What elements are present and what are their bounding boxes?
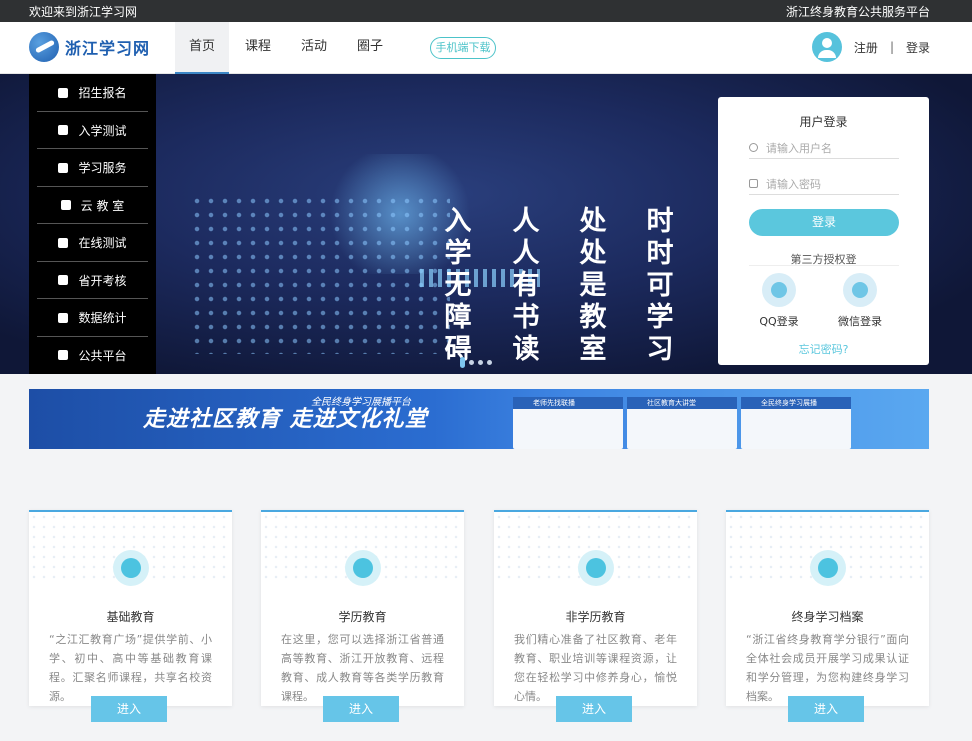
- card-title: 非学历教育: [565, 610, 626, 624]
- banner-slogan-4: 时时可学习: [646, 206, 674, 365]
- promo-screenshot: 全民终身学习展播: [741, 397, 851, 449]
- password-placeholder: 请输入密码: [766, 177, 821, 191]
- logo-text: 浙江学习网: [65, 39, 151, 58]
- welcome-text: 欢迎来到浙江学习网: [29, 5, 138, 19]
- books-icon: [113, 550, 149, 586]
- slider-dot-active[interactable]: [460, 357, 465, 368]
- slider-dot[interactable]: [478, 360, 483, 365]
- banner-slogan-1: 入学无障碍: [444, 206, 472, 365]
- slider-dot[interactable]: [469, 360, 474, 365]
- banner-dots-decoration: [190, 194, 450, 354]
- logo-icon: [29, 32, 59, 62]
- wechat-login[interactable]: 微信登录: [830, 273, 890, 329]
- main-nav: 首页 课程 活动 圈子: [175, 22, 399, 74]
- login-button[interactable]: 登录: [749, 209, 899, 236]
- image-icon: [58, 162, 69, 173]
- enter-button[interactable]: 进入: [788, 696, 864, 722]
- banner-slogan-2: 人人有书读: [512, 206, 540, 365]
- side-menu: 招生报名 入学测试 学习服务 云 教 室 在线测试 省开考核 数据统计 公共平台: [29, 74, 156, 374]
- book-icon: [58, 275, 69, 286]
- side-item-assessment[interactable]: 省开考核: [29, 262, 156, 300]
- side-item-public-platform[interactable]: 公共平台: [29, 337, 156, 375]
- login-link[interactable]: 登录: [906, 39, 930, 56]
- side-item-label: 招生报名: [78, 86, 127, 101]
- promo-screen-title: 全民终身学习展播: [741, 397, 851, 409]
- enter-button[interactable]: 进入: [91, 696, 167, 722]
- forgot-password-link[interactable]: 忘记密码?: [718, 341, 929, 357]
- slider-dot[interactable]: [487, 360, 492, 365]
- qq-login[interactable]: QQ登录: [749, 273, 809, 329]
- side-item-label: 数据统计: [78, 311, 127, 326]
- promo-screenshot: 老师先找联播: [513, 397, 623, 449]
- card-non-degree-education: 非学历教育 我们精心准备了社区教育、老年教育、职业培训等课程资源，让您在轻松学习…: [494, 510, 697, 722]
- side-item-label: 入学测试: [78, 123, 127, 138]
- wechat-icon: [843, 273, 877, 307]
- promo-banner[interactable]: 全民终身学习展播平台 走进社区教育 走进文化礼堂 老师先找联播 社区教育大讲堂 …: [29, 389, 929, 449]
- top-strip: 欢迎来到浙江学习网 浙江终身教育公共服务平台: [0, 0, 972, 22]
- cap-icon: [58, 125, 69, 136]
- platform-text: 浙江终身教育公共服务平台: [785, 5, 930, 19]
- password-field[interactable]: 请输入密码: [749, 173, 899, 195]
- promo-screenshot: 社区教育大讲堂: [627, 397, 737, 449]
- pen-icon: [58, 237, 69, 248]
- qq-login-label: QQ登录: [759, 315, 799, 328]
- card-title: 基础教育: [106, 610, 155, 624]
- nav-home[interactable]: 首页: [175, 22, 230, 74]
- user-icon: [58, 87, 69, 98]
- side-item-label: 学习服务: [78, 161, 127, 176]
- login-card: 用户登录 请输入用户名 请输入密码 登录 第三方授权登 QQ登录 微信登录 忘记…: [718, 97, 929, 365]
- folder-icon: [810, 550, 846, 586]
- card-description: “浙江省终身教育学分银行”面向全体社会成员开展学习成果认证和学分管理，为您构建终…: [746, 633, 909, 702]
- app-download-button[interactable]: 手机端下载: [430, 37, 496, 59]
- side-item-online-test[interactable]: 在线测试: [29, 224, 156, 262]
- promo-screen-title: 老师先找联播: [513, 397, 623, 409]
- slider-dots: [460, 357, 492, 368]
- wechat-login-label: 微信登录: [838, 315, 882, 328]
- nav-courses[interactable]: 课程: [231, 22, 285, 74]
- enter-button[interactable]: 进入: [556, 696, 632, 722]
- site-header: 浙江学习网 首页 课程 活动 圈子 手机端下载 注册 | 登录: [0, 22, 972, 74]
- user-icon: [749, 143, 758, 152]
- platform-icon: [58, 350, 69, 361]
- register-link[interactable]: 注册: [854, 39, 878, 56]
- side-item-learning-service[interactable]: 学习服务: [29, 149, 156, 187]
- promo-title: 走进社区教育 走进文化礼堂: [143, 407, 428, 432]
- chart-icon: [58, 312, 69, 323]
- enter-button[interactable]: 进入: [323, 696, 399, 722]
- cloud-icon: [60, 200, 71, 211]
- login-title: 用户登录: [799, 115, 848, 129]
- username-field[interactable]: 请输入用户名: [749, 137, 899, 159]
- side-item-cloud-classroom[interactable]: 云 教 室: [29, 187, 156, 225]
- card-description: 我们精心准备了社区教育、老年教育、职业培训等课程资源，让您在轻松学习中修养身心，…: [514, 633, 677, 702]
- separator: |: [889, 40, 894, 54]
- divider: [749, 265, 899, 266]
- site-logo[interactable]: 浙江学习网: [29, 32, 150, 62]
- card-degree-education: 学历教育 在这里，您可以选择浙江省普通高等教育、浙江开放教育、远程教育、成人教育…: [261, 510, 464, 722]
- side-item-label: 省开考核: [78, 273, 127, 288]
- banner-slogan-3: 处处是教室: [579, 206, 607, 365]
- card-description: 在这里，您可以选择浙江省普通高等教育、浙江开放教育、远程教育、成人教育等各类学历…: [281, 633, 444, 702]
- card-lifelong-archive: 终身学习档案 “浙江省终身教育学分银行”面向全体社会成员开展学习成果认证和学分管…: [726, 510, 929, 722]
- qq-icon: [762, 273, 796, 307]
- nav-circles[interactable]: 圈子: [343, 22, 397, 74]
- user-area: 注册 | 登录: [811, 32, 930, 62]
- picture-icon: [578, 550, 614, 586]
- username-placeholder: 请输入用户名: [766, 141, 832, 155]
- nav-activities[interactable]: 活动: [287, 22, 341, 74]
- side-item-entrance-test[interactable]: 入学测试: [29, 112, 156, 150]
- lock-icon: [749, 179, 758, 188]
- side-item-label: 云 教 室: [80, 198, 125, 213]
- side-item-enroll[interactable]: 招生报名: [29, 74, 156, 112]
- card-title: 学历教育: [338, 610, 387, 624]
- side-item-statistics[interactable]: 数据统计: [29, 299, 156, 337]
- graduation-cap-icon: [345, 550, 381, 586]
- card-basic-education: 基础教育 “之江汇教育广场”提供学前、小学、初中、高中等基础教育课程。汇聚名师课…: [29, 510, 232, 722]
- card-description: “之江汇教育广场”提供学前、小学、初中、高中等基础教育课程。汇聚名师课程，共享名…: [49, 633, 212, 702]
- card-title: 终身学习档案: [791, 610, 864, 624]
- promo-screen-title: 社区教育大讲堂: [627, 397, 737, 409]
- side-item-label: 公共平台: [78, 348, 127, 363]
- side-item-label: 在线测试: [78, 236, 127, 251]
- avatar-icon[interactable]: [811, 32, 842, 62]
